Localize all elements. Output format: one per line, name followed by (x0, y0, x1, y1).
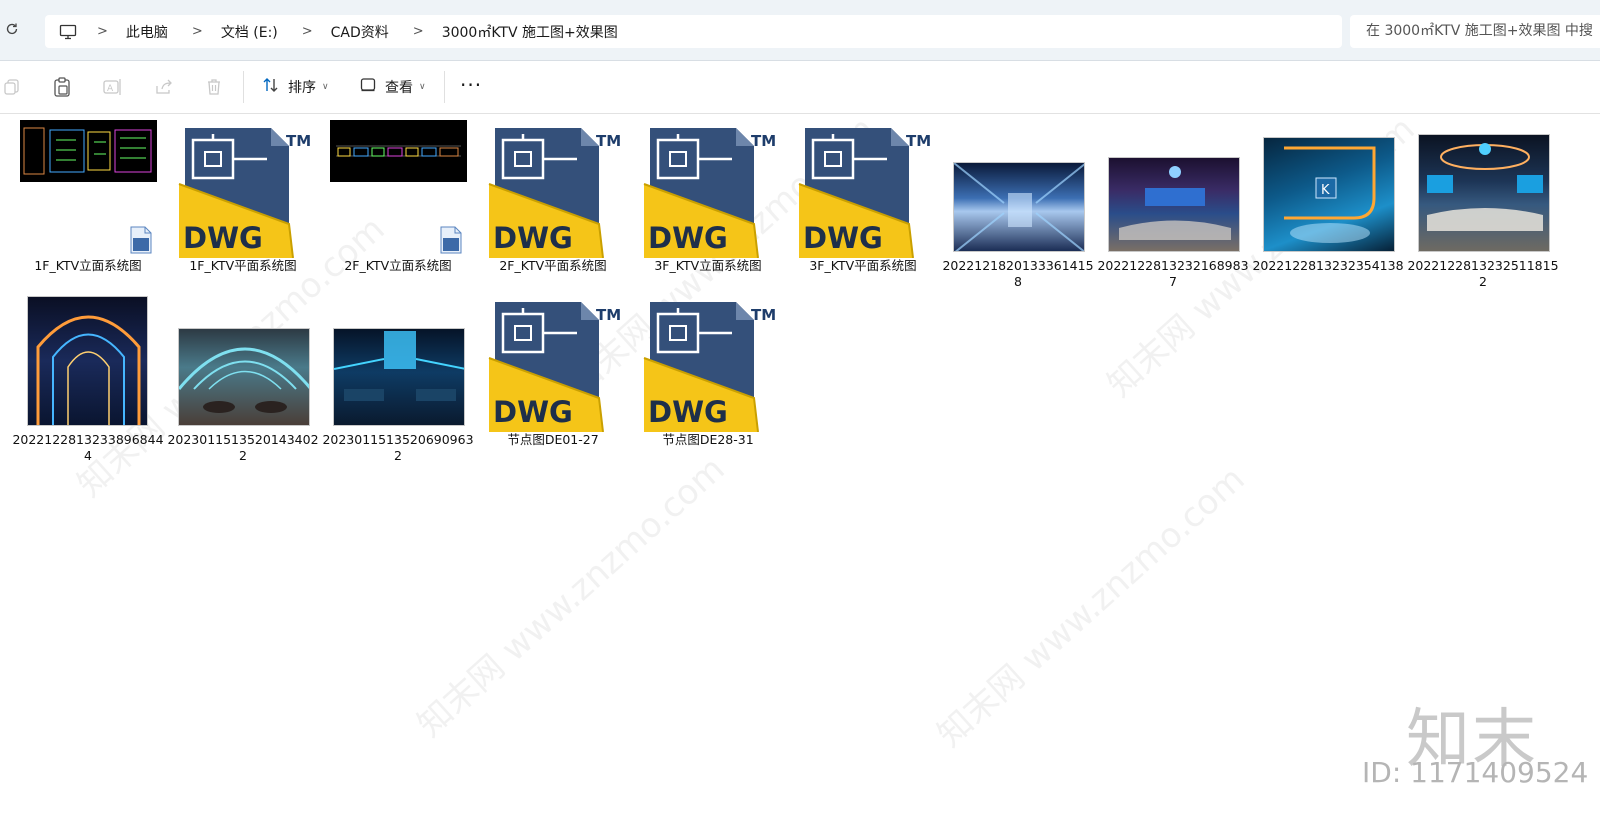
breadcrumb-item-cad[interactable]: CAD资料 (331, 22, 389, 42)
file-name: 2F_KTV立面系统图 (344, 258, 452, 273)
cad-preview (330, 120, 467, 182)
breadcrumb[interactable]: > 此电脑 > 文档 (E:) > CAD资料 > 3000㎡KTV 施工图+效… (45, 15, 1342, 48)
rename-icon[interactable]: A (101, 75, 125, 99)
dwg-badge-text: DWG (648, 221, 728, 255)
image-thumbnail (1108, 157, 1240, 252)
sort-button[interactable]: 排序 ∨ (262, 74, 329, 100)
image-thumbnail (178, 328, 310, 426)
chevron-right-icon[interactable]: > (413, 24, 424, 39)
tm-text: TM (596, 132, 621, 150)
dwg-badge-text: DWG (493, 395, 573, 429)
file-thumbnail: DWG TM (633, 292, 783, 432)
monitor-icon[interactable] (57, 23, 79, 41)
file-name: 1F_KTV平面系统图 (189, 258, 297, 273)
more-options-button[interactable]: ··· (460, 73, 482, 97)
file-name: 20230115135201434022 (167, 432, 319, 463)
file-thumbnail: DWG TM (788, 118, 938, 258)
refresh-icon[interactable] (4, 22, 20, 38)
chevron-right-icon[interactable]: > (302, 24, 313, 39)
file-name: 1F_KTV立面系统图 (34, 258, 142, 273)
toolbar-divider (243, 71, 244, 103)
image-thumbnail (27, 296, 148, 426)
breadcrumb-item-this-pc[interactable]: 此电脑 (126, 22, 168, 42)
file-name: 20221218201333614158 (942, 258, 1094, 289)
file-name: 3F_KTV平面系统图 (809, 258, 917, 273)
dwg-badge-text: DWG (803, 221, 883, 255)
toolbar-divider (444, 71, 445, 103)
dwg-file-icon: DWG TM (643, 302, 776, 432)
tm-text: TM (751, 132, 776, 150)
chevron-down-icon: ∨ (419, 82, 426, 92)
paste-icon[interactable] (50, 75, 74, 99)
file-name: 20221228132338968444 (12, 432, 164, 463)
file-name: 节点图DE01-27 (507, 432, 599, 447)
copy-icon[interactable] (0, 75, 24, 99)
file-thumbnail (13, 118, 163, 258)
sort-icon (262, 77, 280, 97)
file-name: 2F_KTV平面系统图 (499, 258, 607, 273)
file-name: 2022122813232354138 (1252, 258, 1404, 273)
dwg-file-icon: DWG TM (798, 128, 931, 258)
file-name: 20230115135206909632 (322, 432, 474, 463)
dwg-badge-text: DWG (183, 221, 263, 255)
delete-icon[interactable] (202, 75, 226, 99)
svg-text:A: A (107, 84, 114, 94)
file-name: 20221228132325118152 (1407, 258, 1559, 289)
file-thumbnail (323, 118, 473, 258)
tm-text: TM (751, 306, 776, 324)
tm-text: TM (286, 132, 311, 150)
command-bar: A 排序 ∨ 查看 ∨ ··· (0, 61, 1600, 114)
dwg-file-icon: DWG TM (488, 128, 621, 258)
view-icon (360, 77, 376, 97)
file-thumbnail: DWG TM (633, 118, 783, 258)
document-overlay-icon (130, 226, 152, 254)
chevron-right-icon[interactable]: > (192, 24, 203, 39)
file-name: 节点图DE28-31 (662, 432, 754, 447)
chevron-down-icon: ∨ (322, 82, 329, 92)
file-thumbnail: DWG TM (478, 118, 628, 258)
breadcrumb-item-drive-e[interactable]: 文档 (E:) (221, 22, 278, 42)
image-thumbnail: K (1263, 137, 1395, 252)
file-thumbnail: DWG TM (478, 292, 628, 432)
image-thumbnail (333, 328, 465, 426)
watermark-text: 知末网 www.znzmo.com (410, 449, 733, 746)
share-icon[interactable] (152, 75, 176, 99)
tm-text: TM (596, 306, 621, 324)
document-overlay-icon (440, 226, 462, 254)
tm-text: TM (906, 132, 931, 150)
watermark-text: 知末网 www.znzmo.com (930, 459, 1253, 756)
search-input[interactable]: 在 3000㎡KTV 施工图+效果图 中搜 (1350, 15, 1600, 48)
breadcrumb-item-current-folder[interactable]: 3000㎡KTV 施工图+效果图 (442, 22, 618, 42)
image-thumbnail (1418, 134, 1550, 252)
view-button[interactable]: 查看 ∨ (360, 74, 426, 100)
image-thumbnail (953, 162, 1085, 252)
file-name: 3F_KTV立面系统图 (654, 258, 762, 273)
file-name: 20221228132321689837 (1097, 258, 1249, 289)
dwg-badge-text: DWG (493, 221, 573, 255)
svg-text:K: K (1321, 183, 1330, 198)
chevron-right-icon[interactable]: > (97, 24, 108, 39)
view-label: 查看 (385, 80, 413, 96)
address-bar-region: > 此电脑 > 文档 (E:) > CAD资料 > 3000㎡KTV 施工图+效… (0, 0, 1600, 61)
dwg-file-icon: DWG TM (488, 302, 621, 432)
watermark-id: ID: 1171409524 (1362, 756, 1589, 789)
sort-label: 排序 (288, 80, 316, 96)
dwg-badge-text: DWG (648, 395, 728, 429)
cad-preview (20, 120, 157, 182)
dwg-file-icon: DWG TM (643, 128, 776, 258)
file-thumbnail: DWG TM (168, 118, 318, 258)
dwg-file-icon: DWG TM (178, 128, 311, 258)
